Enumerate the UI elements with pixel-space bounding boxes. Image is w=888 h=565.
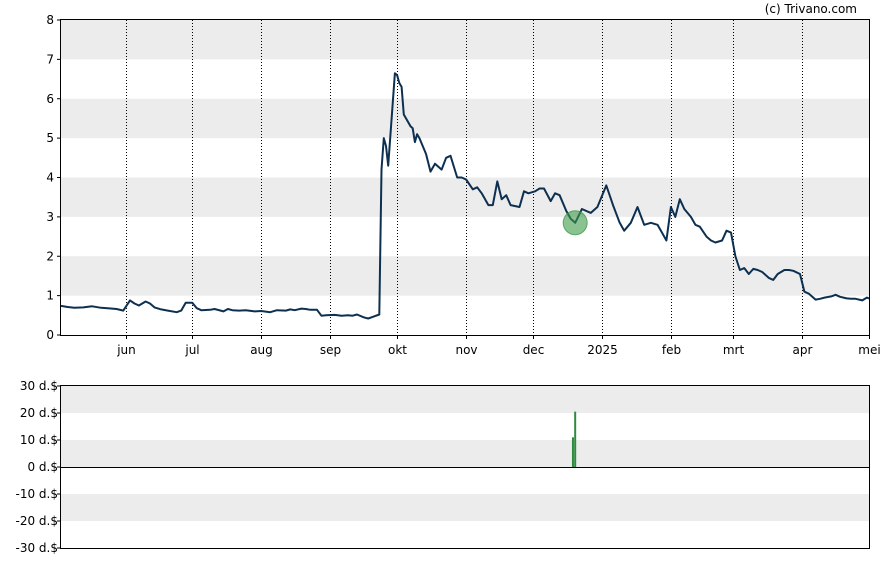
volume-band [61,440,869,467]
y-tick-label: 1 [46,289,54,303]
y-tick-label: 20 d.$ [20,406,58,420]
y-tick-label: -30 d.$ [16,541,58,555]
y-tick-label: 0 [46,328,54,342]
price-band [61,98,869,139]
x-tick-label: aug [250,343,273,357]
x-tick-label: dec [523,343,545,357]
y-tick-label: 10 d.$ [20,433,58,447]
y-tick-label: 30 d.$ [20,379,58,393]
x-tick-label: apr [793,343,813,357]
y-tick-label: 5 [46,131,54,145]
x-tick-label: jul [184,343,199,357]
x-tick-label: mrt [723,343,745,357]
credit-label: (c) Trivano.com [765,2,857,16]
x-tick-label: nov [455,343,477,357]
price-x-axis: jun jul aug sep okt nov dec 2025 feb mrt apr mei [116,335,881,357]
volume-bar [574,411,577,467]
volume-panel-bands [61,386,869,521]
x-tick-label: mei [858,343,880,357]
y-tick-label: 2 [46,249,54,263]
x-tick-label: jun [116,343,136,357]
y-tick-label: -20 d.$ [16,514,58,528]
stock-chart: 0 1 2 3 4 5 6 7 8 jun jul aug sep okt nov dec 2025 feb mr… [16,2,881,555]
volume-band [61,494,869,521]
price-y-axis: 0 1 2 3 4 5 6 7 8 [46,13,61,342]
price-band [61,20,869,60]
y-tick-label: 3 [46,210,54,224]
y-tick-label: 4 [46,171,54,185]
price-panel-markers [562,210,588,236]
x-tick-label: feb [662,343,681,357]
price-band [61,177,869,217]
volume-y-axis: 30 d.$ 20 d.$ 10 d.$ 0 d.$ -10 d.$ -20 d.$ -30… [16,379,61,555]
y-tick-label: 8 [46,13,54,27]
x-tick-label: sep [320,343,341,357]
y-tick-label: 6 [46,92,54,106]
y-tick-label: 7 [46,52,54,66]
price-band [61,256,869,296]
y-tick-label: 0 d.$ [27,460,58,474]
volume-band [61,386,869,413]
price-panel-bands [61,20,869,296]
y-tick-label: -10 d.$ [16,487,58,501]
volume-bar [571,437,574,467]
x-tick-label: okt [388,343,407,357]
x-tick-label: 2025 [587,343,618,357]
event-marker [562,210,588,236]
